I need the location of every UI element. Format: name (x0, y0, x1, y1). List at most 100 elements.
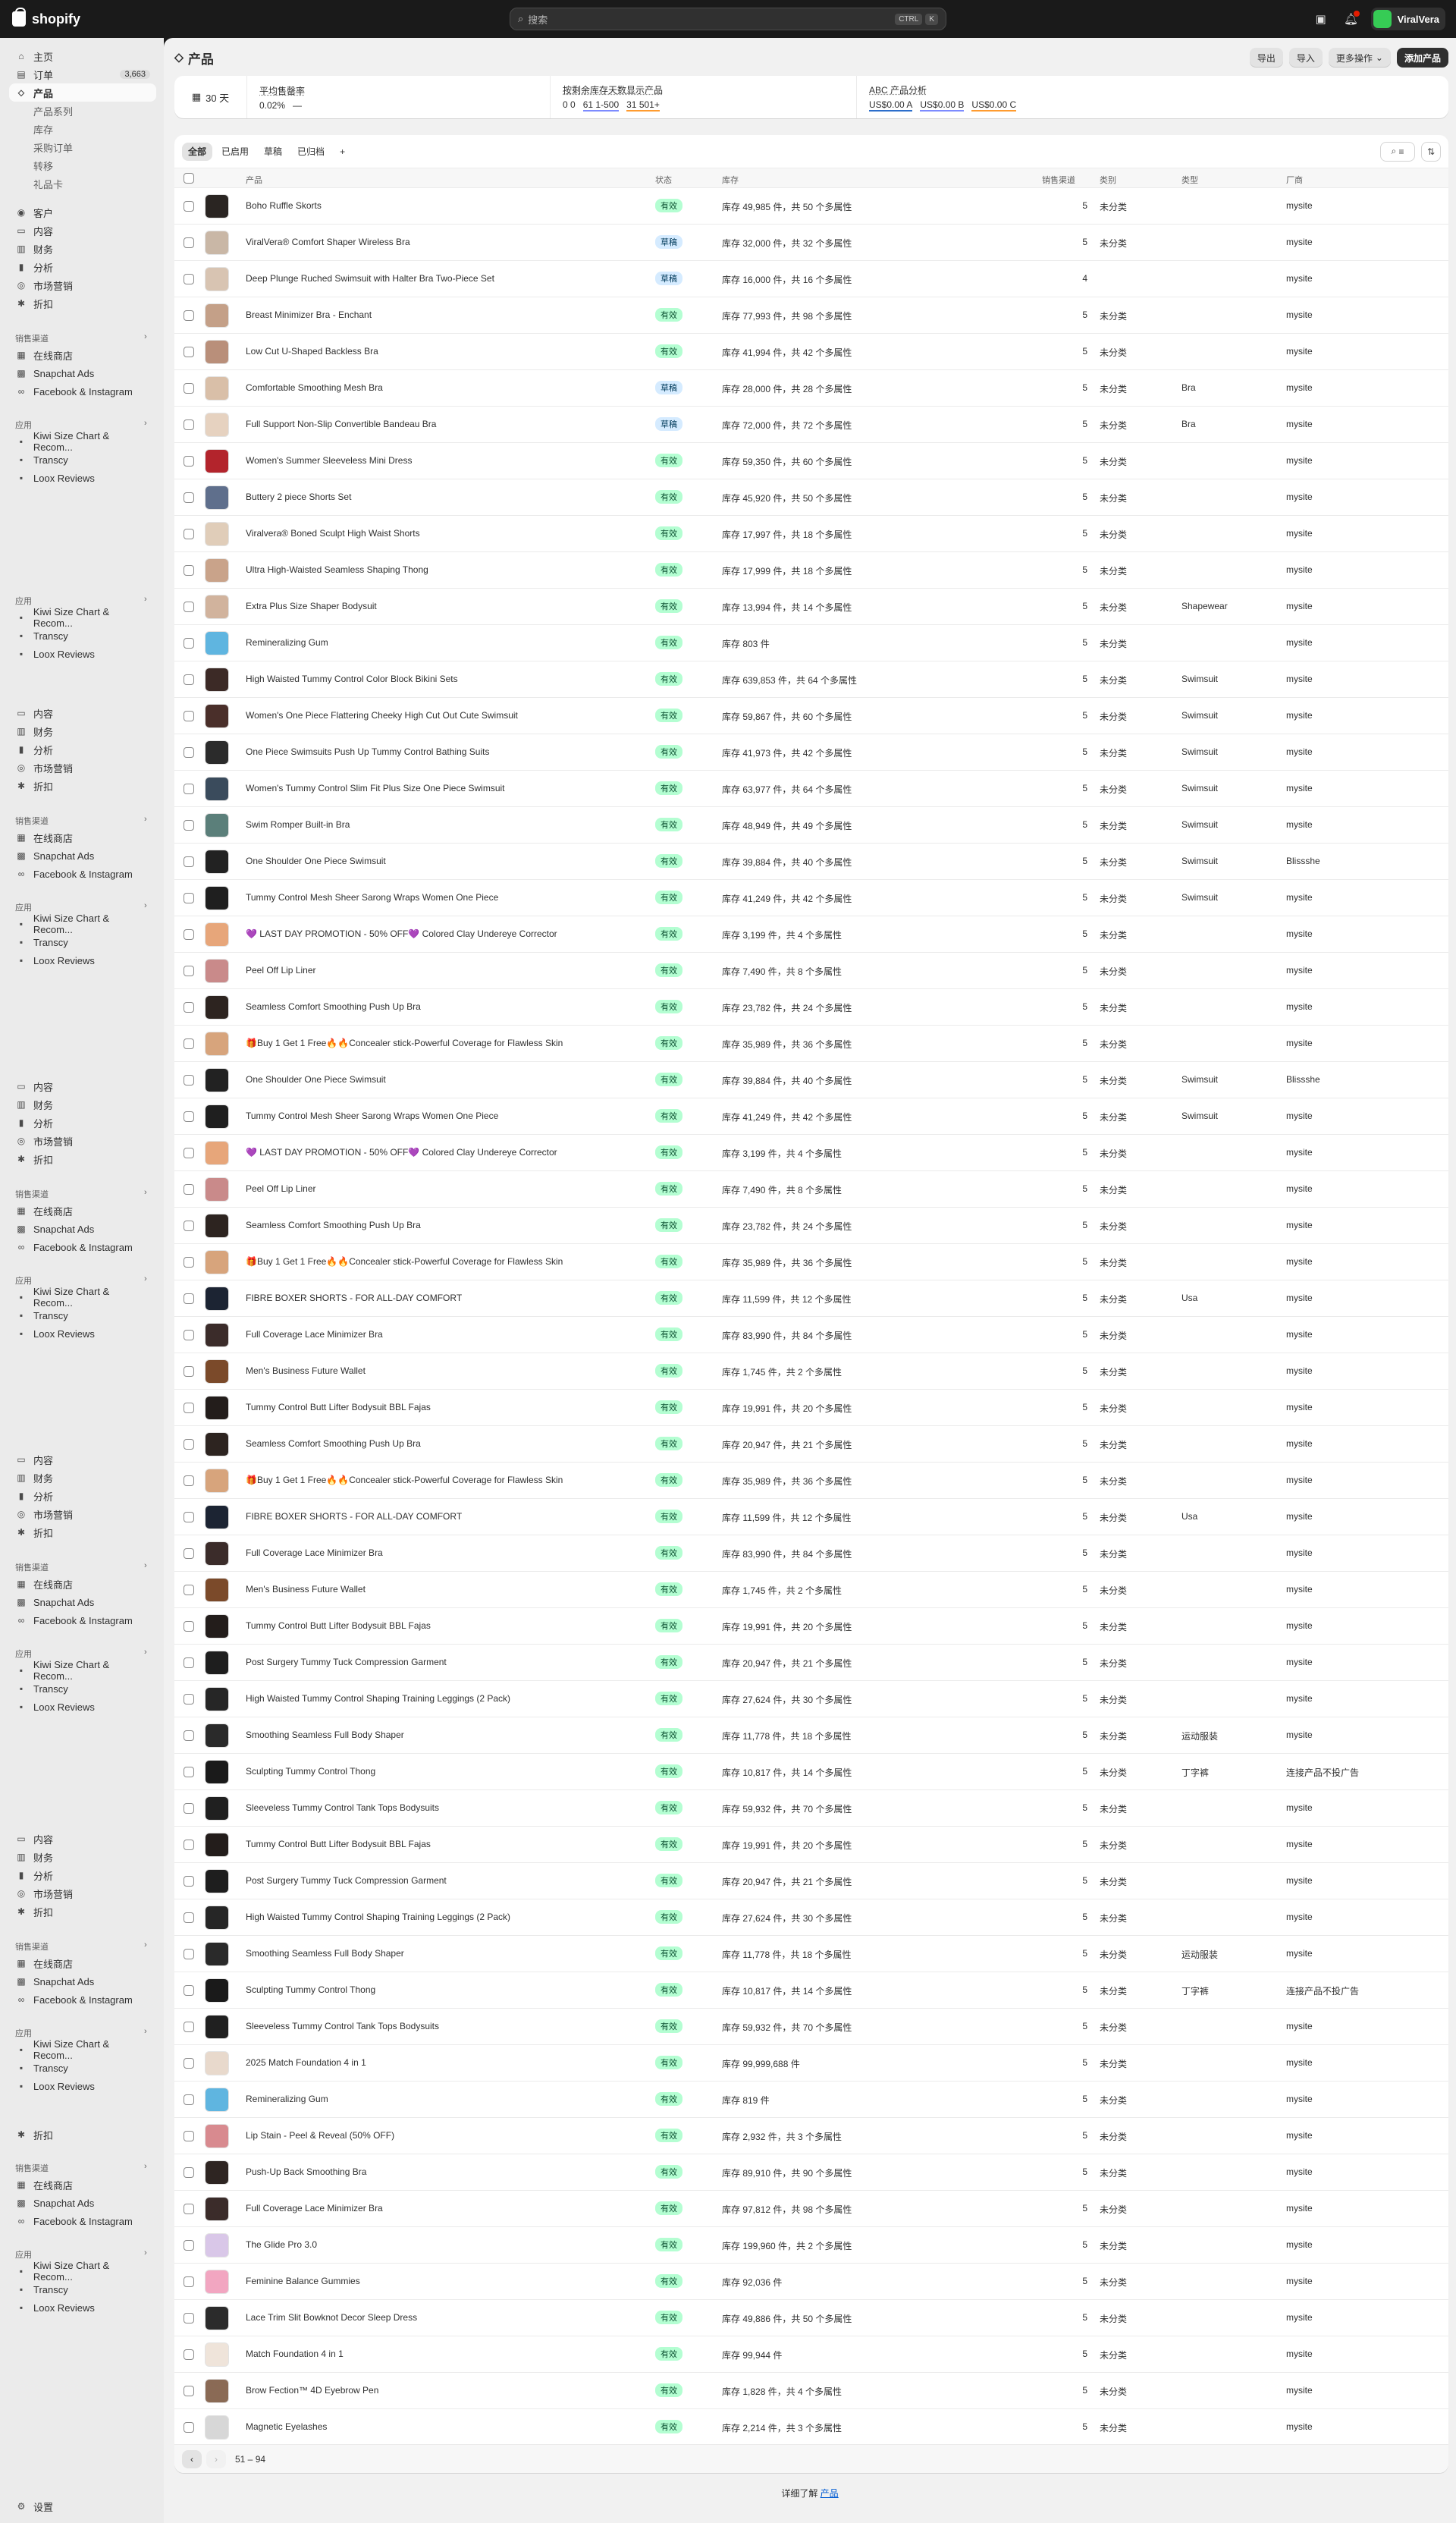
tab-all[interactable]: 全部 (182, 142, 213, 161)
row-checkbox[interactable] (184, 2313, 194, 2323)
sidebar-item[interactable]: ∞ Facebook & Instagram (9, 382, 156, 401)
row-checkbox[interactable] (184, 856, 194, 867)
table-row[interactable]: One Piece Swimsuits Push Up Tummy Contro… (174, 734, 1448, 771)
sidebar-item[interactable]: ◎ 市场营销 (9, 1505, 156, 1523)
product-name[interactable]: Seamless Comfort Smoothing Push Up Bra (246, 1220, 640, 1230)
product-name[interactable]: Women's Summer Sleeveless Mini Dress (246, 455, 640, 466)
product-name[interactable]: Buttery 2 piece Shorts Set (246, 492, 640, 502)
product-name[interactable]: Peel Off Lip Liner (246, 1183, 640, 1194)
product-name[interactable]: High Waisted Tummy Control Color Block B… (246, 674, 640, 684)
sidebar-item[interactable]: ▪ Transcy (9, 451, 156, 469)
sidebar-item[interactable]: ◉ 客户 (9, 203, 156, 222)
table-row[interactable]: Tummy Control Mesh Sheer Sarong Wraps Wo… (174, 1098, 1448, 1135)
sidebar-item[interactable]: ▩ Snapchat Ads (9, 364, 156, 382)
row-checkbox[interactable] (184, 2240, 194, 2251)
row-checkbox[interactable] (184, 2349, 194, 2360)
product-name[interactable]: Tummy Control Butt Lifter Bodysuit BBL F… (246, 1839, 640, 1849)
sidebar-item[interactable]: ▮ 分析 (9, 740, 156, 759)
product-name[interactable]: Feminine Balance Gummies (246, 2276, 640, 2286)
sidebar-item[interactable]: ▭ 内容 (9, 222, 156, 240)
product-name[interactable]: 💜 LAST DAY PROMOTION - 50% OFF💜 Colored … (246, 928, 640, 939)
product-name[interactable]: Women's Tummy Control Slim Fit Plus Size… (246, 783, 640, 793)
product-name[interactable]: Deep Plunge Ruched Swimsuit with Halter … (246, 273, 640, 284)
row-checkbox[interactable] (184, 1840, 194, 1850)
table-row[interactable]: Comfortable Smoothing Mesh Bra 草稿 库存 28,… (174, 370, 1448, 407)
header-vendor[interactable]: 厂商 (1286, 174, 1303, 186)
tab-draft[interactable]: 草稿 (258, 143, 288, 161)
product-name[interactable]: Remineralizing Gum (246, 637, 640, 648)
table-row[interactable]: 2025 Match Foundation 4 in 1 有效 库存 99,99… (174, 2045, 1448, 2082)
table-row[interactable]: Seamless Comfort Smoothing Push Up Bra 有… (174, 989, 1448, 1026)
sidebar-item[interactable]: ⚙ 设置 (9, 2497, 156, 2515)
row-checkbox[interactable] (184, 1694, 194, 1705)
product-name[interactable]: Smoothing Seamless Full Body Shaper (246, 1948, 640, 1959)
sidebar-item[interactable]: ▥ 财务 (9, 1848, 156, 1866)
table-row[interactable]: 💜 LAST DAY PROMOTION - 50% OFF💜 Colored … (174, 1135, 1448, 1171)
row-checkbox[interactable] (184, 1621, 194, 1632)
row-checkbox[interactable] (184, 2276, 194, 2287)
row-checkbox[interactable] (184, 1512, 194, 1522)
product-name[interactable]: Tummy Control Butt Lifter Bodysuit BBL F… (246, 1402, 640, 1412)
row-checkbox[interactable] (184, 602, 194, 612)
sidebar-item[interactable]: ▥ 财务 (9, 1469, 156, 1487)
product-name[interactable]: Tummy Control Mesh Sheer Sarong Wraps Wo… (246, 892, 640, 903)
product-name[interactable]: ViralVera® Comfort Shaper Wireless Bra (246, 237, 640, 247)
table-row[interactable]: Deep Plunge Ruched Swimsuit with Halter … (174, 261, 1448, 297)
sidebar-item[interactable]: ▪ Kiwi Size Chart & Recom... (9, 606, 156, 629)
sidebar-item[interactable]: ▭ 内容 (9, 1830, 156, 1848)
product-name[interactable]: Smoothing Seamless Full Body Shaper (246, 1730, 640, 1740)
product-name[interactable]: Low Cut U-Shaped Backless Bra (246, 346, 640, 357)
product-name[interactable]: Swim Romper Built-in Bra (246, 819, 640, 830)
product-name[interactable]: Lace Trim Slit Bowknot Decor Sleep Dress (246, 2312, 640, 2323)
table-row[interactable]: Smoothing Seamless Full Body Shaper 有效 库… (174, 1717, 1448, 1754)
row-checkbox[interactable] (184, 1912, 194, 1923)
product-name[interactable]: 2025 Match Foundation 4 in 1 (246, 2057, 640, 2068)
sidebar-item[interactable]: ◎ 市场营销 (9, 1132, 156, 1150)
table-row[interactable]: Men's Business Future Wallet 有效 库存 1,745… (174, 1353, 1448, 1390)
table-row[interactable]: Brow Fection™ 4D Eyebrow Pen 有效 库存 1,828… (174, 2373, 1448, 2409)
table-row[interactable]: Smoothing Seamless Full Body Shaper 有效 库… (174, 1936, 1448, 1972)
header-category[interactable]: 类别 (1100, 174, 1116, 186)
table-row[interactable]: Push-Up Back Smoothing Bra 有效 库存 89,910 … (174, 2154, 1448, 2191)
product-name[interactable]: Seamless Comfort Smoothing Push Up Bra (246, 1001, 640, 1012)
row-checkbox[interactable] (184, 2058, 194, 2069)
table-row[interactable]: Tummy Control Butt Lifter Bodysuit BBL F… (174, 1827, 1448, 1863)
table-row[interactable]: High Waisted Tummy Control Color Block B… (174, 661, 1448, 698)
add-view-button[interactable]: + (334, 143, 351, 161)
product-name[interactable]: FIBRE BOXER SHORTS - FOR ALL-DAY COMFORT (246, 1511, 640, 1522)
table-row[interactable]: Seamless Comfort Smoothing Push Up Bra 有… (174, 1208, 1448, 1244)
product-name[interactable]: The Glide Pro 3.0 (246, 2239, 640, 2250)
sidebar-item[interactable]: ▮ 分析 (9, 1866, 156, 1884)
tab-archived[interactable]: 已归档 (291, 143, 331, 161)
sidebar-item[interactable]: ▪ Transcy (9, 2059, 156, 2077)
product-name[interactable]: Post Surgery Tummy Tuck Compression Garm… (246, 1657, 640, 1667)
table-row[interactable]: Seamless Comfort Smoothing Push Up Bra 有… (174, 1426, 1448, 1463)
product-name[interactable]: Comfortable Smoothing Mesh Bra (246, 382, 640, 393)
chevron-right-icon[interactable]: › (144, 1940, 147, 1950)
add-product-button[interactable]: 添加产品 (1396, 48, 1448, 68)
sidebar-item[interactable]: ▮ 分析 (9, 258, 156, 276)
product-name[interactable]: Magnetic Eyelashes (246, 2421, 640, 2432)
table-row[interactable]: Lip Stain - Peel & Reveal (50% OFF) 有效 库… (174, 2118, 1448, 2154)
product-name[interactable]: Sleeveless Tummy Control Tank Tops Bodys… (246, 2021, 640, 2031)
table-row[interactable]: Viralvera® Boned Sculpt High Waist Short… (174, 516, 1448, 552)
tab-active[interactable]: 已启用 (215, 143, 255, 161)
sidebar-item[interactable]: ▪ Loox Reviews (9, 1698, 156, 1716)
sidebar-item[interactable]: ▦ 在线商店 (9, 1202, 156, 1220)
sidebar-item[interactable]: ✱ 折扣 (9, 777, 156, 795)
sidebar-item[interactable]: ▪ Kiwi Size Chart & Recom... (9, 2038, 156, 2061)
sidebar-item[interactable]: ▪ Kiwi Size Chart & Recom... (9, 430, 156, 453)
table-row[interactable]: Sculpting Tummy Control Thong 有效 库存 10,8… (174, 1754, 1448, 1790)
table-row[interactable]: 🎁Buy 1 Get 1 Free🔥🔥Concealer stick-Power… (174, 1026, 1448, 1062)
table-row[interactable]: Men's Business Future Wallet 有效 库存 1,745… (174, 1572, 1448, 1608)
more-actions-button[interactable]: 更多操作 ⌄ (1328, 48, 1391, 68)
shopify-logo[interactable]: shopify (12, 8, 80, 27)
row-checkbox[interactable] (184, 2094, 194, 2105)
table-row[interactable]: Lace Trim Slit Bowknot Decor Sleep Dress… (174, 2300, 1448, 2336)
row-checkbox[interactable] (184, 747, 194, 758)
chevron-right-icon[interactable]: › (144, 2162, 147, 2171)
sidebar-item[interactable]: ▦ 在线商店 (9, 346, 156, 364)
sidebar-item[interactable]: ▩ Snapchat Ads (9, 2194, 156, 2212)
product-name[interactable]: Sculpting Tummy Control Thong (246, 1766, 640, 1777)
row-checkbox[interactable] (184, 1148, 194, 1158)
